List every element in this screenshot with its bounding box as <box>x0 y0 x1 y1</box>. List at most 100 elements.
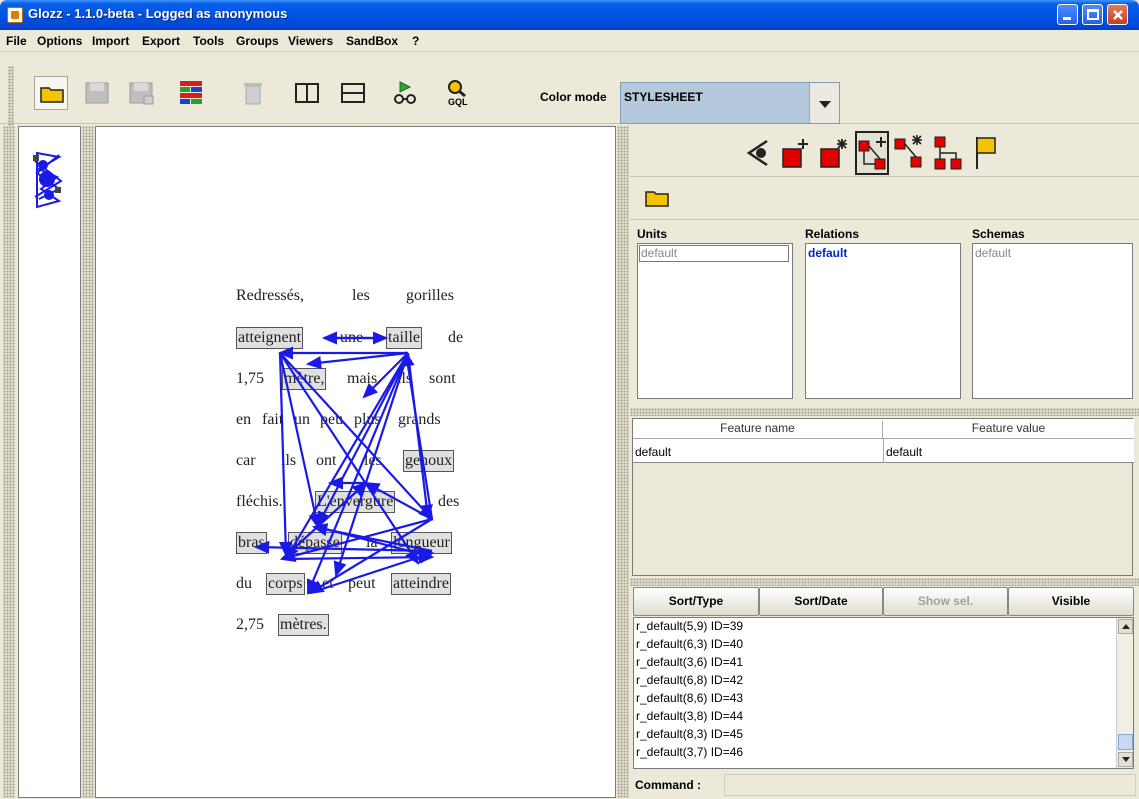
schema-button[interactable] <box>931 131 965 175</box>
select-unit-button[interactable] <box>817 131 851 175</box>
schemas-list[interactable]: default <box>972 243 1133 399</box>
list-item[interactable]: r_default(3,6) ID=41 <box>636 655 743 669</box>
menu-bar: File Options Import Export Tools Groups … <box>0 30 1139 52</box>
relation-instances-list[interactable]: r_default(5,9) ID=39 r_default(6,3) ID=4… <box>633 617 1134 769</box>
feature-table-header: Feature name Feature value <box>633 419 1134 441</box>
menu-tools[interactable]: Tools <box>193 34 224 48</box>
document-overview[interactable] <box>18 126 81 798</box>
list-item[interactable]: r_default(3,7) ID=46 <box>636 745 743 759</box>
title-bar: Glozz - 1.1.0-beta - Logged as anonymous <box>0 0 1139 30</box>
split-columns-icon <box>295 83 319 103</box>
menu-help[interactable]: ? <box>412 34 419 48</box>
feature-value-header[interactable]: Feature value <box>883 421 1134 435</box>
add-unit-button[interactable] <box>779 131 813 175</box>
list-item[interactable]: r_default(6,3) ID=40 <box>636 637 743 651</box>
overview-thumbnail <box>33 151 63 209</box>
scroll-up-icon[interactable] <box>1118 619 1133 634</box>
relations-list[interactable]: default <box>805 243 961 399</box>
document-viewer[interactable]: Redressés, les gorilles atteignent une t… <box>95 126 616 798</box>
feature-value-cell[interactable]: default <box>886 445 922 459</box>
add-relation-icon <box>858 137 886 170</box>
view-tool-button[interactable] <box>741 131 775 175</box>
menu-groups[interactable]: Groups <box>236 34 279 48</box>
play-glasses-icon <box>394 81 416 104</box>
right-splitter[interactable] <box>617 126 629 798</box>
maximize-button[interactable] <box>1082 4 1103 25</box>
save-as-button[interactable] <box>124 76 158 110</box>
schemas-list-item[interactable]: default <box>975 246 1011 260</box>
menu-export[interactable]: Export <box>142 34 180 48</box>
add-unit-icon <box>782 139 808 168</box>
schema-icon <box>934 136 962 170</box>
window-title: Glozz - 1.1.0-beta - Logged as anonymous <box>28 6 288 21</box>
select-relation-button[interactable] <box>893 131 927 175</box>
relation-lines <box>253 331 435 596</box>
visible-button[interactable]: Visible <box>1008 587 1134 616</box>
disk-icon <box>129 82 154 105</box>
close-icon <box>1113 10 1123 20</box>
list-item[interactable]: r_default(8,6) ID=43 <box>636 691 743 705</box>
add-relation-button[interactable] <box>855 131 889 175</box>
schemas-label: Schemas <box>972 227 1025 241</box>
menu-viewers[interactable]: Viewers <box>288 34 333 48</box>
gql-button[interactable]: GQL <box>442 76 476 110</box>
list-item[interactable]: r_default(6,8) ID=42 <box>636 673 743 687</box>
menu-import[interactable]: Import <box>92 34 129 48</box>
gql-label: GQL <box>448 97 468 107</box>
command-input[interactable] <box>724 774 1136 796</box>
sort-bar: Sort/Type Sort/Date Show sel. Visible <box>633 587 1134 616</box>
java-app-icon <box>7 7 23 23</box>
separator <box>630 176 1139 177</box>
relations-list-item[interactable]: default <box>808 246 847 260</box>
delete-button[interactable] <box>236 76 270 110</box>
sort-date-button[interactable]: Sort/Date <box>759 587 883 616</box>
disk-icon <box>85 82 109 104</box>
split-rows-icon <box>341 83 365 103</box>
color-mode-select[interactable]: STYLESHEET <box>620 82 840 124</box>
chevron-down-icon[interactable] <box>809 83 839 123</box>
list-item[interactable]: r_default(3,8) ID=44 <box>636 709 743 723</box>
close-button[interactable] <box>1107 4 1128 25</box>
color-grid-icon <box>180 81 202 104</box>
run-button[interactable] <box>388 76 422 110</box>
menu-options[interactable]: Options <box>37 34 82 48</box>
save-button[interactable] <box>80 76 114 110</box>
list-item[interactable]: r_default(5,9) ID=39 <box>636 619 743 633</box>
left-splitter[interactable] <box>3 126 15 798</box>
scroll-thumb[interactable] <box>1118 734 1133 750</box>
flag-button[interactable] <box>969 131 1003 175</box>
annotation-panel: Units Relations Schemas default default … <box>630 126 1139 798</box>
show-selection-button[interactable]: Show sel. <box>883 587 1008 616</box>
relations-label: Relations <box>805 227 860 241</box>
split-vertical-button[interactable] <box>290 76 324 110</box>
units-list-item[interactable]: default <box>639 245 789 262</box>
menu-file[interactable]: File <box>6 34 27 48</box>
table-row[interactable]: default default <box>633 439 1134 463</box>
toolbar: GQL Color mode STYLESHEET <box>0 52 1139 126</box>
select-relation-icon <box>894 135 922 168</box>
stylesheet-button[interactable] <box>174 76 208 110</box>
separator <box>630 219 1139 220</box>
open-schema-button[interactable] <box>642 182 674 214</box>
list-scrollbar[interactable] <box>1116 618 1133 768</box>
menu-sandbox[interactable]: SandBox <box>346 34 398 48</box>
units-list[interactable]: default <box>637 243 793 399</box>
middle-splitter[interactable] <box>82 126 94 798</box>
toolbar-grip[interactable] <box>8 66 14 126</box>
split-horizontal-button[interactable] <box>336 76 370 110</box>
eye-icon <box>746 139 768 167</box>
feature-name-header[interactable]: Feature name <box>633 421 883 441</box>
select-unit-icon <box>820 139 847 168</box>
feature-name-cell[interactable]: default <box>635 445 671 459</box>
panel-splitter[interactable] <box>630 408 1139 416</box>
panel-splitter[interactable] <box>630 578 1139 586</box>
minimize-button[interactable] <box>1057 4 1078 25</box>
units-label: Units <box>637 227 667 241</box>
relation-arrows <box>253 331 435 596</box>
column-divider <box>883 439 884 463</box>
scroll-down-icon[interactable] <box>1118 752 1133 767</box>
list-item[interactable]: r_default(8,3) ID=45 <box>636 727 743 741</box>
sort-type-button[interactable]: Sort/Type <box>633 587 759 616</box>
open-button[interactable] <box>34 76 68 110</box>
feature-table: Feature name Feature value default defau… <box>632 418 1134 576</box>
